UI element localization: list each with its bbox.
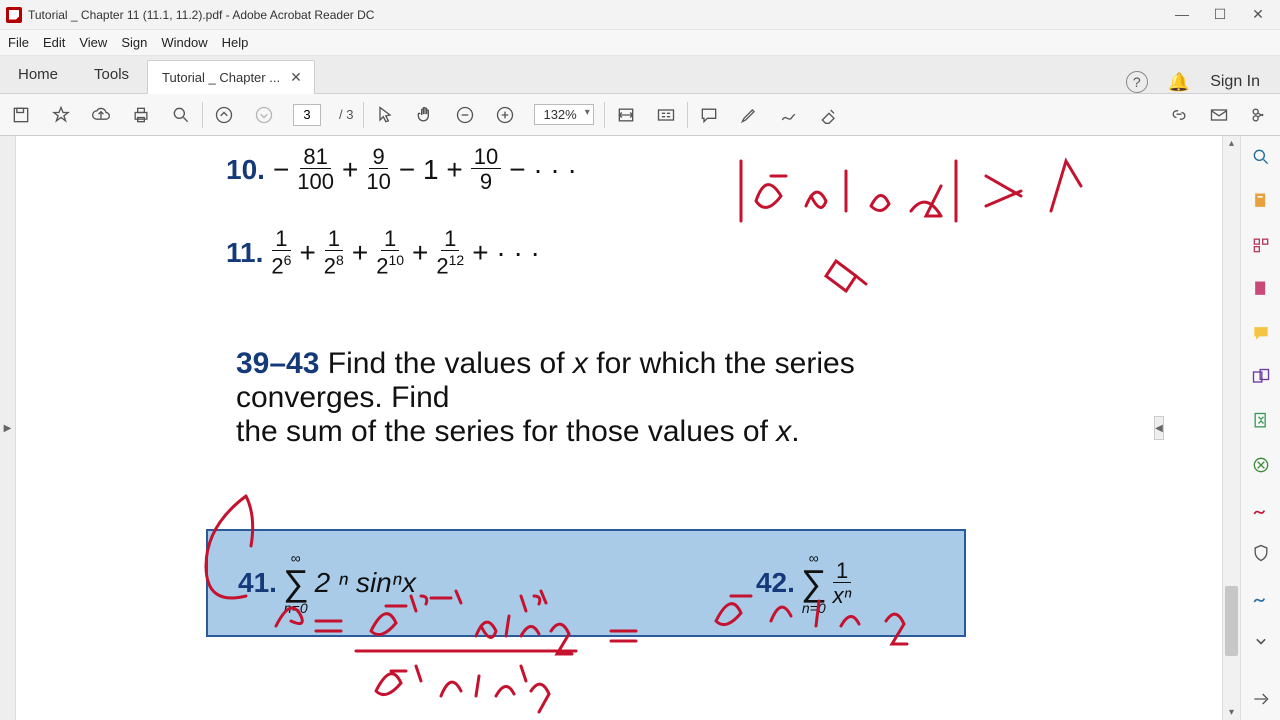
fit-width-icon[interactable]	[615, 104, 637, 126]
search-pane-icon[interactable]	[1250, 146, 1272, 168]
p10-frac2: 910	[366, 146, 390, 193]
page-count-label: / 3	[339, 107, 353, 122]
close-button[interactable]: ✕	[1248, 6, 1268, 23]
pointer-icon[interactable]	[374, 104, 396, 126]
tab-document-label: Tutorial _ Chapter ...	[162, 70, 280, 85]
problem-10-number: 10.	[226, 154, 265, 186]
section-range: 39–43	[236, 347, 319, 380]
problem-11-number: 11.	[226, 237, 263, 269]
more-tools-icon[interactable]	[1250, 630, 1272, 652]
page-up-icon[interactable]	[213, 104, 235, 126]
menu-file[interactable]: File	[8, 35, 29, 50]
left-panel-toggle[interactable]: ▶	[0, 136, 16, 720]
cloud-upload-icon[interactable]	[90, 104, 112, 126]
menu-sign[interactable]: Sign	[121, 35, 147, 50]
problem-41-number: 41.	[238, 567, 277, 599]
main-area: ▶ 10. − 81100 + 910 − 1 + 109 − · · · 11…	[0, 136, 1280, 720]
page-down-icon[interactable]	[253, 104, 275, 126]
toolbar: / 3 132%	[0, 94, 1280, 136]
menu-view[interactable]: View	[79, 35, 107, 50]
organize-icon[interactable]	[1250, 234, 1272, 256]
highlight-icon[interactable]	[738, 104, 760, 126]
title-bar: Tutorial _ Chapter 11 (11.1, 11.2).pdf -…	[0, 0, 1280, 30]
note-icon[interactable]	[1250, 322, 1272, 344]
tab-bar: Home Tools Tutorial _ Chapter ... ✕ ? 🔔 …	[0, 56, 1280, 94]
tab-tools[interactable]: Tools	[76, 56, 147, 93]
collapse-rail-icon[interactable]	[1250, 688, 1272, 710]
menu-help[interactable]: Help	[222, 35, 249, 50]
scroll-up-icon[interactable]: ▴	[1223, 138, 1240, 149]
sign-pane-icon[interactable]	[1250, 498, 1272, 520]
comment-icon[interactable]	[698, 104, 720, 126]
draw-icon[interactable]	[778, 104, 800, 126]
p10-frac3: 109	[471, 146, 501, 193]
redact-icon[interactable]	[1250, 454, 1272, 476]
right-panel-toggle[interactable]: ◀	[1154, 416, 1164, 440]
app-icon	[6, 7, 22, 23]
star-icon[interactable]	[50, 104, 72, 126]
tab-close-icon[interactable]: ✕	[290, 69, 302, 86]
compress-icon[interactable]	[1250, 410, 1272, 432]
scrollbar-thumb[interactable]	[1225, 586, 1238, 656]
selection-box: 41. ∞∑n=0 2 ⁿ sinⁿx 42. ∞∑n=0 1xⁿ	[206, 529, 966, 637]
zoom-in-icon[interactable]	[494, 104, 516, 126]
zoom-out-icon[interactable]	[454, 104, 476, 126]
minimize-button[interactable]: —	[1172, 6, 1192, 23]
print-icon[interactable]	[130, 104, 152, 126]
scroll-down-icon[interactable]: ▾	[1223, 707, 1240, 718]
link-icon[interactable]	[1168, 104, 1190, 126]
protect-icon[interactable]	[1250, 542, 1272, 564]
document-viewport[interactable]: 10. − 81100 + 910 − 1 + 109 − · · · 11. …	[16, 136, 1222, 720]
edit-pdf-icon[interactable]	[1250, 278, 1272, 300]
notifications-icon[interactable]: 🔔	[1168, 72, 1190, 93]
export-pdf-icon[interactable]	[1250, 190, 1272, 212]
read-mode-icon[interactable]	[655, 104, 677, 126]
window-controls: — ☐ ✕	[1172, 6, 1274, 23]
erase-icon[interactable]	[818, 104, 840, 126]
window-title: Tutorial _ Chapter 11 (11.1, 11.2).pdf -…	[28, 8, 374, 22]
menu-edit[interactable]: Edit	[43, 35, 65, 50]
sign-in-button[interactable]: Sign In	[1210, 73, 1260, 91]
hand-icon[interactable]	[414, 104, 436, 126]
tab-home[interactable]: Home	[0, 56, 76, 93]
menu-window[interactable]: Window	[161, 35, 207, 50]
maximize-button[interactable]: ☐	[1210, 6, 1230, 23]
page-content: 10. − 81100 + 910 − 1 + 109 − · · · 11. …	[26, 136, 1196, 637]
help-icon[interactable]: ?	[1126, 71, 1148, 93]
tab-document[interactable]: Tutorial _ Chapter ... ✕	[147, 60, 315, 94]
search-icon[interactable]	[170, 104, 192, 126]
page-number-input[interactable]	[293, 104, 321, 126]
combine-icon[interactable]	[1250, 366, 1272, 388]
zoom-select[interactable]: 132%	[534, 104, 593, 125]
sign-pane2-icon[interactable]	[1250, 586, 1272, 608]
p10-frac1: 81100	[297, 146, 334, 193]
vertical-scrollbar[interactable]: ▴ ▾	[1222, 136, 1240, 720]
menu-bar: File Edit View Sign Window Help	[0, 30, 1280, 56]
p10-minus: −	[273, 154, 289, 186]
problem-42-number: 42.	[756, 567, 795, 599]
right-tool-rail	[1240, 136, 1280, 720]
share-icon[interactable]	[1248, 104, 1270, 126]
mail-icon[interactable]	[1208, 104, 1230, 126]
save-icon[interactable]	[10, 104, 32, 126]
